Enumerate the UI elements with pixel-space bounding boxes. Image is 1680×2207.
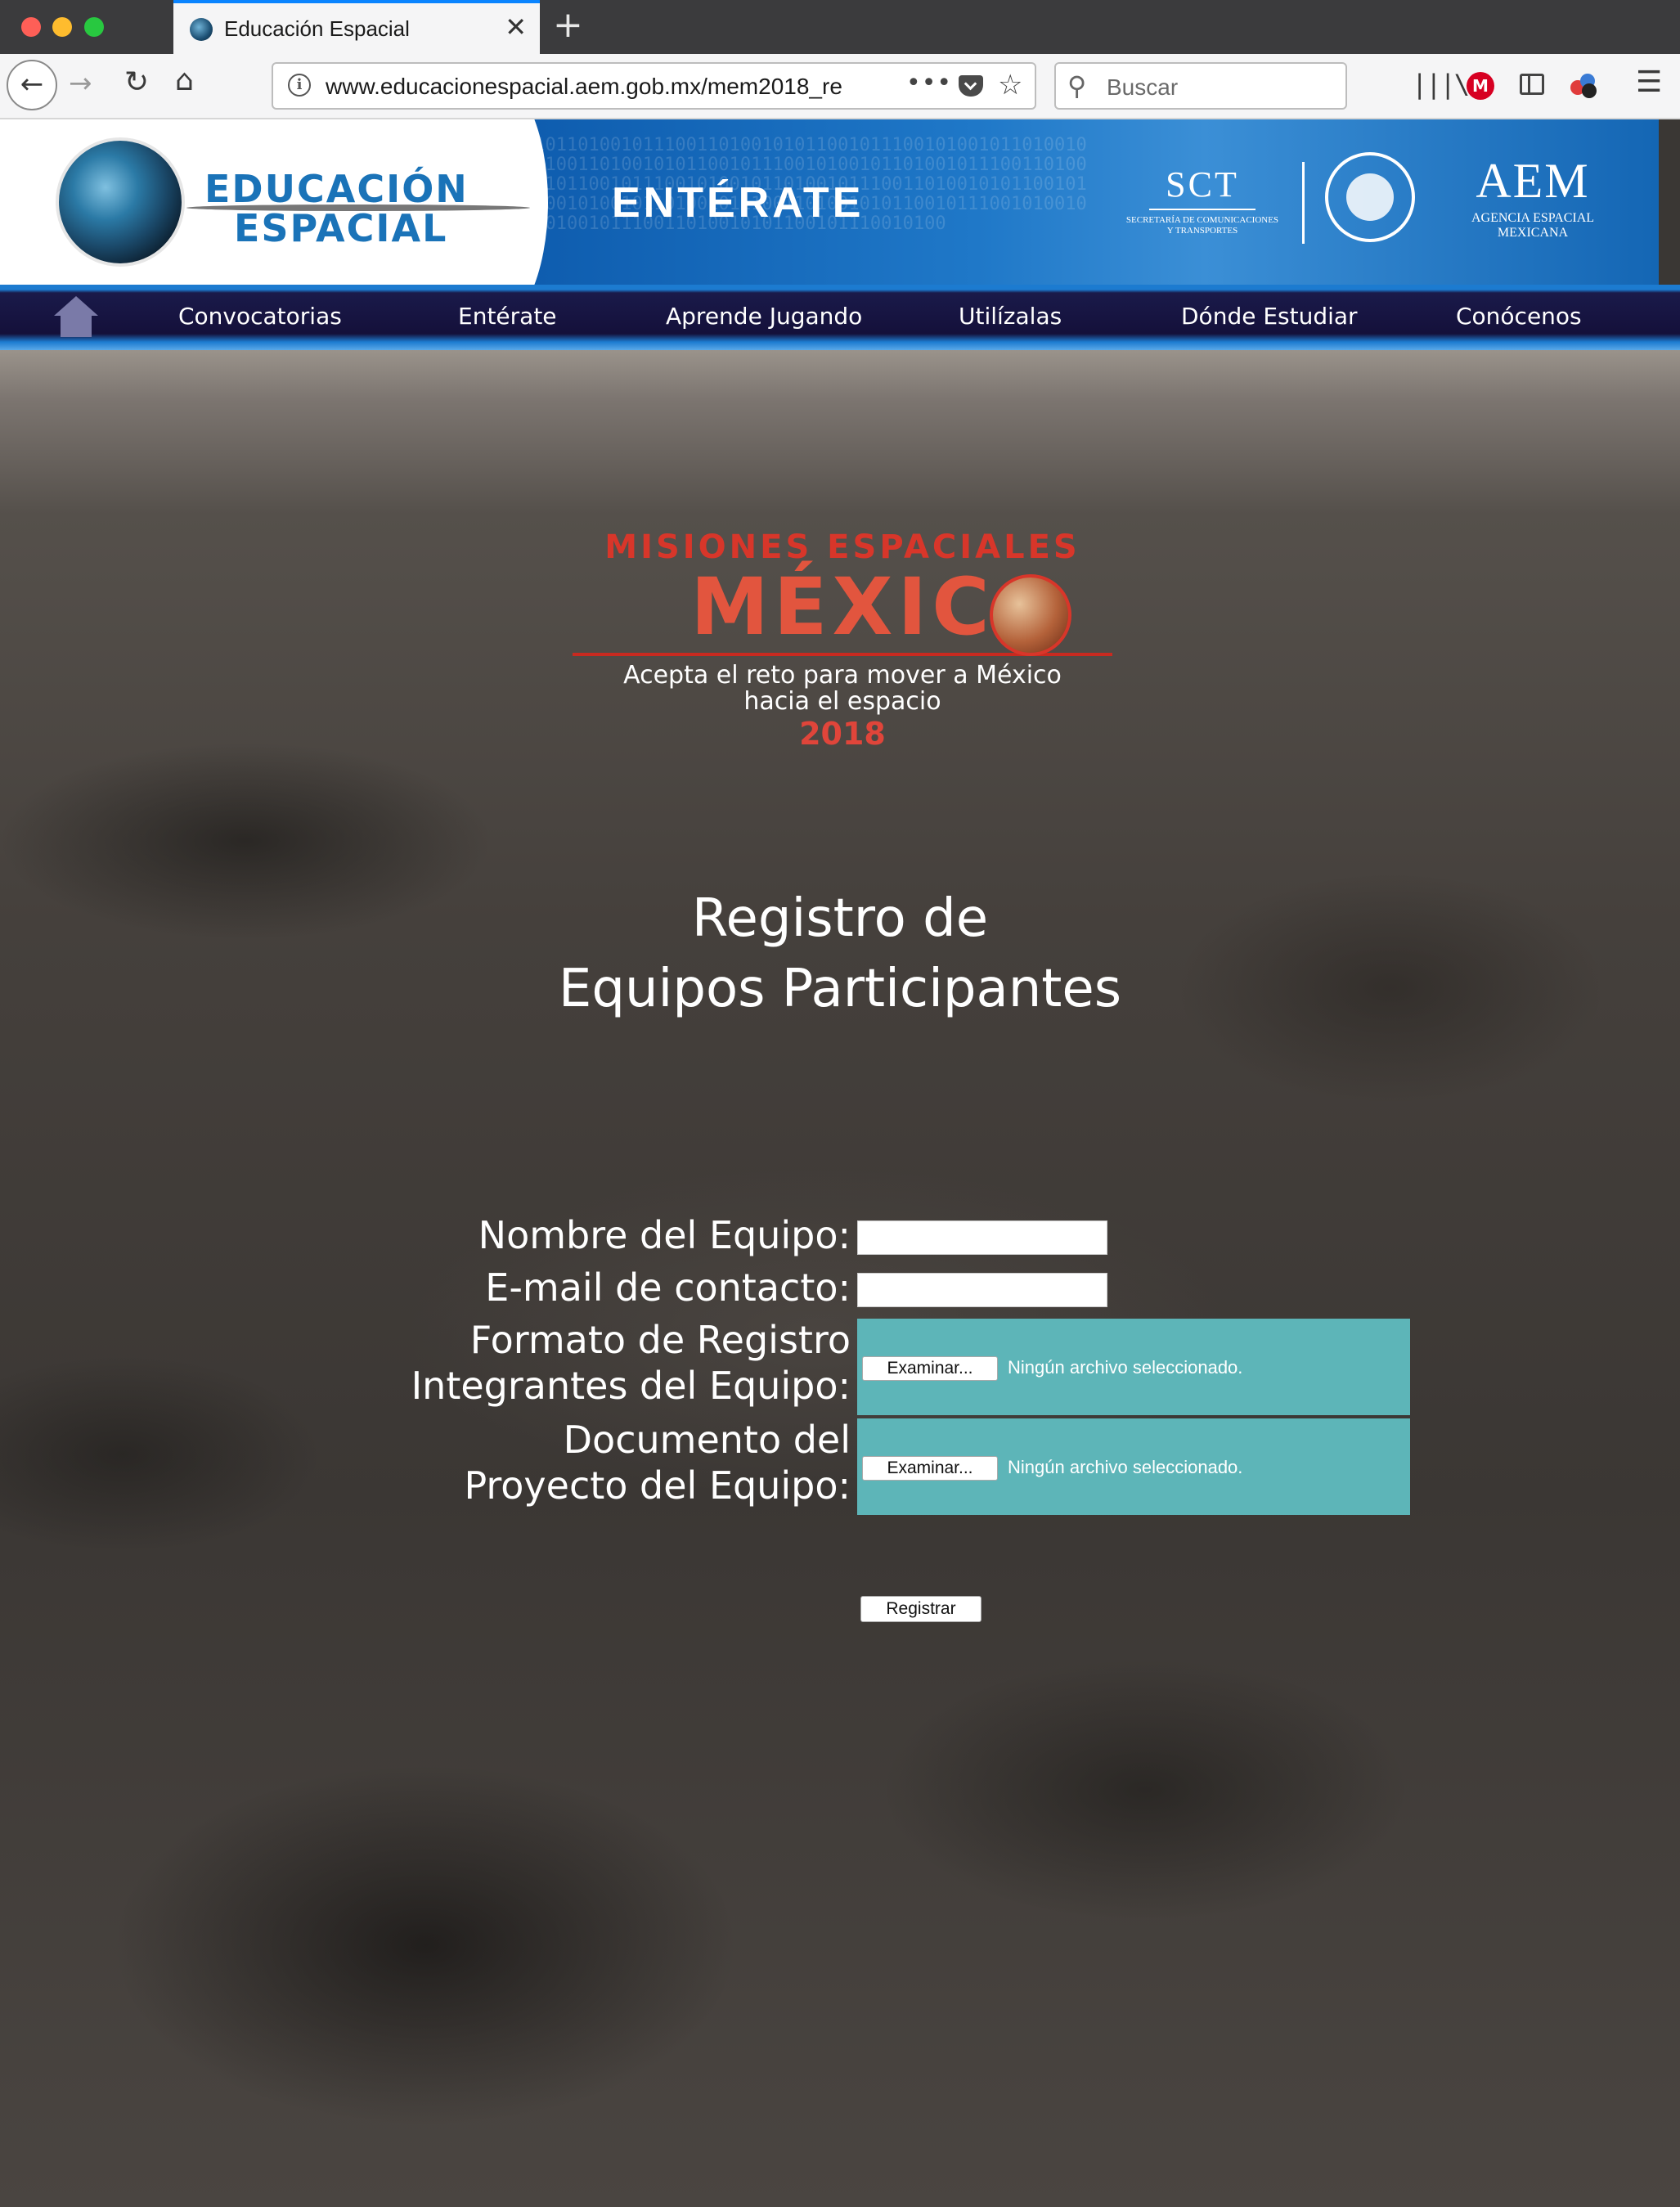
tab-close-icon[interactable]: ✕ bbox=[505, 13, 527, 41]
register-button[interactable]: Registrar bbox=[860, 1596, 981, 1622]
browser-toolbar: ← → ↻ ⌂ i www.educacionespacial.aem.gob.… bbox=[0, 54, 1680, 119]
format-file-status: Ningún archivo seleccionado. bbox=[1008, 1357, 1243, 1378]
sct-logo-subtitle: SECRETARÍA DE COMUNICACIONES Y TRANSPORT… bbox=[1125, 215, 1279, 236]
mission-logo: MISIONES ESPACIALES MÉXIC Acepta el reto… bbox=[556, 528, 1129, 790]
aem-logo: AEM AGENCIA ESPACIAL MEXICANA bbox=[1459, 155, 1606, 240]
nav-item-conocenos[interactable]: Conócenos bbox=[1456, 303, 1582, 330]
sidebar-icon[interactable] bbox=[1520, 74, 1544, 95]
project-file-picker: Examinar... Ningún archivo seleccionado. bbox=[857, 1418, 1410, 1515]
home-button[interactable]: ⌂ bbox=[175, 64, 194, 97]
site-header: 0101101001011100110100101011001011100101… bbox=[0, 119, 1659, 285]
email-input[interactable] bbox=[857, 1273, 1107, 1307]
url-text[interactable]: www.educacionespacial.aem.gob.mx/mem2018… bbox=[326, 74, 842, 100]
logo-divider bbox=[1302, 162, 1305, 244]
search-bar[interactable]: ⚲ Buscar bbox=[1054, 62, 1347, 110]
extension-dots-icon[interactable] bbox=[1570, 74, 1598, 98]
reload-button[interactable]: ↻ bbox=[124, 65, 149, 99]
back-button[interactable]: ← bbox=[7, 60, 57, 110]
browser-titlebar: Educación Espacial ✕ + bbox=[0, 0, 1680, 54]
library-icon[interactable]: |||\ bbox=[1412, 69, 1470, 100]
aem-logo-subtitle: AGENCIA ESPACIAL MEXICANA bbox=[1471, 211, 1595, 240]
team-name-input[interactable] bbox=[857, 1220, 1107, 1255]
format-label-line1: Formato de Registro bbox=[469, 1318, 851, 1362]
tab-title: Educación Espacial bbox=[224, 16, 410, 41]
nav-item-enterate[interactable]: Entérate bbox=[458, 303, 557, 330]
nav-item-donde-estudiar[interactable]: Dónde Estudiar bbox=[1181, 303, 1358, 330]
close-window-button[interactable] bbox=[21, 17, 41, 37]
minimize-window-button[interactable] bbox=[52, 17, 72, 37]
brand-name-line1[interactable]: EDUCACIÓN bbox=[204, 167, 469, 211]
mission-year: 2018 bbox=[799, 716, 886, 752]
search-icon: ⚲ bbox=[1067, 70, 1087, 101]
page-title: Registro de Equipos Participantes bbox=[0, 883, 1680, 1024]
search-input[interactable]: Buscar bbox=[1107, 74, 1178, 101]
format-browse-button[interactable]: Examinar... bbox=[862, 1356, 998, 1381]
page-title-line1: Registro de bbox=[691, 888, 989, 949]
team-name-label: Nombre del Equipo: bbox=[478, 1213, 851, 1257]
globe-logo-icon[interactable] bbox=[59, 141, 182, 263]
favicon-icon bbox=[190, 18, 213, 41]
format-file-picker: Examinar... Ningún archivo seleccionado. bbox=[857, 1319, 1410, 1415]
info-icon[interactable]: i bbox=[288, 74, 311, 97]
bookmark-star-icon[interactable]: ☆ bbox=[998, 69, 1022, 101]
site-nav: Convocatorias Entérate Aprende Jugando U… bbox=[0, 285, 1680, 350]
nav-item-convocatorias[interactable]: Convocatorias bbox=[178, 303, 342, 330]
project-file-status: Ningún archivo seleccionado. bbox=[1008, 1457, 1243, 1477]
forward-button[interactable]: → bbox=[69, 67, 92, 100]
pocket-icon[interactable] bbox=[959, 75, 983, 97]
new-tab-button[interactable]: + bbox=[553, 5, 583, 46]
page-content: MISIONES ESPACIALES MÉXIC Acepta el reto… bbox=[0, 350, 1680, 2207]
nav-item-utilizalas[interactable]: Utilízalas bbox=[959, 303, 1062, 330]
browser-tab-active[interactable]: Educación Espacial ✕ bbox=[173, 0, 540, 54]
url-bar[interactable]: i www.educacionespacial.aem.gob.mx/mem20… bbox=[272, 62, 1036, 110]
page-title-line2: Equipos Participantes bbox=[558, 959, 1122, 1019]
project-browse-button[interactable]: Examinar... bbox=[862, 1456, 998, 1481]
mission-tagline-2: hacia el espacio bbox=[743, 687, 941, 716]
home-icon[interactable] bbox=[54, 296, 98, 339]
email-label: E-mail de contacto: bbox=[485, 1265, 851, 1310]
mexico-seal-icon bbox=[1325, 152, 1415, 242]
format-label-line2: Integrantes del Equipo: bbox=[411, 1364, 851, 1408]
nav-item-aprende-jugando[interactable]: Aprende Jugando bbox=[666, 303, 862, 330]
sct-logo-text: SCT bbox=[1149, 164, 1256, 210]
aem-logo-text: AEM bbox=[1476, 154, 1590, 208]
maximize-window-button[interactable] bbox=[84, 17, 104, 37]
sct-logo: SCT SECRETARÍA DE COMUNICACIONES Y TRANS… bbox=[1125, 164, 1279, 236]
hamburger-menu-icon[interactable]: ☰ bbox=[1636, 65, 1662, 99]
project-label-line2: Proyecto del Equipo: bbox=[464, 1463, 851, 1508]
extension-m-icon[interactable]: M bbox=[1467, 72, 1494, 100]
planet-icon bbox=[990, 574, 1071, 656]
mission-tagline-1: Acepta el reto para mover a México bbox=[623, 661, 1062, 690]
page-actions-icon[interactable]: ••• bbox=[906, 69, 952, 97]
brand-name-line2[interactable]: ESPACIAL bbox=[234, 206, 447, 250]
project-label-line1: Documento del bbox=[563, 1418, 851, 1462]
banner-title: ENTÉRATE bbox=[612, 179, 865, 227]
